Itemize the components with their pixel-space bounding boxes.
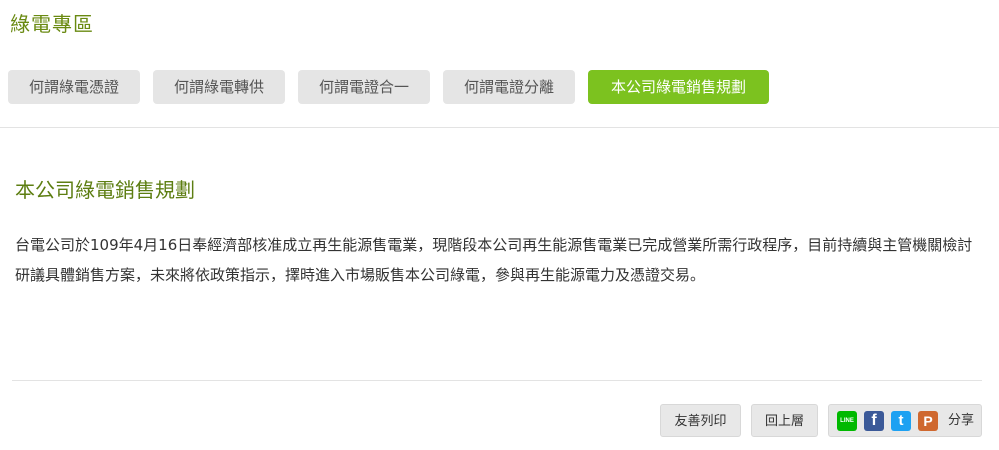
line-icon[interactable]: LINE [837,411,857,431]
print-button[interactable]: 友善列印 [660,404,741,437]
content-paragraph: 台電公司於109年4月16日奉經濟部核准成立再生能源售電業，現階段本公司再生能源… [15,236,973,284]
tab-bundled[interactable]: 何謂電證合一 [298,70,430,104]
tab-green-wheeling[interactable]: 何謂綠電轉供 [153,70,285,104]
twitter-icon[interactable]: t [891,411,911,431]
divider [0,127,999,128]
plurk-icon[interactable]: P [918,411,938,431]
tab-unbundled[interactable]: 何謂電證分離 [443,70,575,104]
section-title: 本公司綠電銷售規劃 [15,178,195,202]
tab-green-certificate[interactable]: 何謂綠電憑證 [8,70,140,104]
tab-sales-plan[interactable]: 本公司綠電銷售規劃 [588,70,769,104]
divider [12,380,982,381]
share-label[interactable]: 分享 [948,405,974,436]
page-title: 綠電專區 [10,12,94,36]
share-bar: LINE f t P 分享 [828,404,982,437]
back-button[interactable]: 回上層 [751,404,818,437]
facebook-icon[interactable]: f [864,411,884,431]
